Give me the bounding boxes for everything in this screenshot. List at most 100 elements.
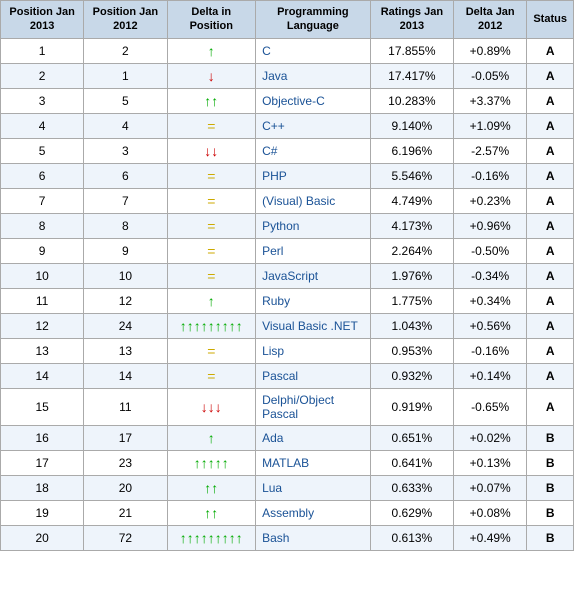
language-name: C++ (256, 113, 371, 138)
table-row: 19 21 ↑↑ Assembly 0.629% +0.08% B (1, 500, 574, 525)
status-badge: B (527, 425, 574, 450)
status-badge: B (527, 450, 574, 475)
status-badge: A (527, 313, 574, 338)
table-row: 1 2 ↑ C 17.855% +0.89% A (1, 38, 574, 63)
pos-2013: 9 (1, 238, 84, 263)
delta-rating-value: +0.07% (454, 475, 527, 500)
header-pos2013: Position Jan 2013 (1, 1, 84, 39)
table-row: 18 20 ↑↑ Lua 0.633% +0.07% B (1, 475, 574, 500)
pos-2012: 11 (84, 388, 167, 425)
language-name: C# (256, 138, 371, 163)
pos-2012: 9 (84, 238, 167, 263)
pos-2012: 12 (84, 288, 167, 313)
language-name: Lisp (256, 338, 371, 363)
table-row: 13 13 = Lisp 0.953% -0.16% A (1, 338, 574, 363)
pos-2012: 10 (84, 263, 167, 288)
status-badge: A (527, 263, 574, 288)
language-name: C (256, 38, 371, 63)
delta-rating-value: +0.14% (454, 363, 527, 388)
language-name: Visual Basic .NET (256, 313, 371, 338)
delta-rating-value: -0.65% (454, 388, 527, 425)
delta-position: = (167, 338, 256, 363)
language-name: Ada (256, 425, 371, 450)
language-name: JavaScript (256, 263, 371, 288)
language-name: Assembly (256, 500, 371, 525)
pos-2013: 12 (1, 313, 84, 338)
delta-position: = (167, 238, 256, 263)
rating-value: 5.546% (370, 163, 453, 188)
status-badge: A (527, 163, 574, 188)
pos-2013: 2 (1, 63, 84, 88)
pos-2013: 7 (1, 188, 84, 213)
delta-position: ↑↑ (167, 500, 256, 525)
language-name: Java (256, 63, 371, 88)
delta-rating-value: +0.34% (454, 288, 527, 313)
header-delta-rating: Delta Jan 2012 (454, 1, 527, 39)
delta-rating-value: +0.08% (454, 500, 527, 525)
language-name: Ruby (256, 288, 371, 313)
status-badge: A (527, 213, 574, 238)
delta-rating-value: -0.16% (454, 163, 527, 188)
language-name: Python (256, 213, 371, 238)
delta-rating-value: +3.37% (454, 88, 527, 113)
pos-2012: 4 (84, 113, 167, 138)
rating-value: 1.775% (370, 288, 453, 313)
table-row: 9 9 = Perl 2.264% -0.50% A (1, 238, 574, 263)
pos-2012: 1 (84, 63, 167, 88)
rating-value: 2.264% (370, 238, 453, 263)
rating-value: 1.976% (370, 263, 453, 288)
status-badge: A (527, 88, 574, 113)
pos-2012: 23 (84, 450, 167, 475)
language-name: Perl (256, 238, 371, 263)
rating-value: 0.613% (370, 525, 453, 550)
pos-2013: 4 (1, 113, 84, 138)
delta-position: ↑↑↑↑↑↑↑↑↑ (167, 525, 256, 550)
pos-2013: 16 (1, 425, 84, 450)
header-status: Status (527, 1, 574, 39)
language-name: MATLAB (256, 450, 371, 475)
pos-2013: 13 (1, 338, 84, 363)
table-row: 15 11 ↓↓↓ Delphi/Object Pascal 0.919% -0… (1, 388, 574, 425)
pos-2012: 3 (84, 138, 167, 163)
delta-position: = (167, 163, 256, 188)
pos-2013: 10 (1, 263, 84, 288)
pos-2013: 14 (1, 363, 84, 388)
delta-rating-value: -0.16% (454, 338, 527, 363)
header-rating: Ratings Jan 2013 (370, 1, 453, 39)
status-badge: A (527, 238, 574, 263)
language-name: Bash (256, 525, 371, 550)
pos-2012: 7 (84, 188, 167, 213)
status-badge: A (527, 113, 574, 138)
pos-2012: 17 (84, 425, 167, 450)
header-lang: Programming Language (256, 1, 371, 39)
pos-2013: 3 (1, 88, 84, 113)
delta-rating-value: +0.02% (454, 425, 527, 450)
delta-position: ↑↑↑↑↑ (167, 450, 256, 475)
table-row: 6 6 = PHP 5.546% -0.16% A (1, 163, 574, 188)
table-row: 17 23 ↑↑↑↑↑ MATLAB 0.641% +0.13% B (1, 450, 574, 475)
delta-position: ↓ (167, 63, 256, 88)
table-row: 4 4 = C++ 9.140% +1.09% A (1, 113, 574, 138)
delta-rating-value: +0.89% (454, 38, 527, 63)
table-row: 8 8 = Python 4.173% +0.96% A (1, 213, 574, 238)
delta-rating-value: -0.05% (454, 63, 527, 88)
delta-rating-value: +0.13% (454, 450, 527, 475)
status-badge: A (527, 388, 574, 425)
delta-rating-value: +0.96% (454, 213, 527, 238)
pos-2012: 14 (84, 363, 167, 388)
pos-2013: 6 (1, 163, 84, 188)
delta-rating-value: +0.49% (454, 525, 527, 550)
status-badge: A (527, 338, 574, 363)
pos-2013: 11 (1, 288, 84, 313)
table-row: 14 14 = Pascal 0.932% +0.14% A (1, 363, 574, 388)
pos-2012: 20 (84, 475, 167, 500)
rating-value: 1.043% (370, 313, 453, 338)
rating-value: 0.651% (370, 425, 453, 450)
table-row: 3 5 ↑↑ Objective-C 10.283% +3.37% A (1, 88, 574, 113)
pos-2012: 2 (84, 38, 167, 63)
header-delta-pos: Delta in Position (167, 1, 256, 39)
delta-rating-value: -2.57% (454, 138, 527, 163)
rankings-table: Position Jan 2013 Position Jan 2012 Delt… (0, 0, 574, 551)
delta-position: ↑↑ (167, 88, 256, 113)
rating-value: 9.140% (370, 113, 453, 138)
